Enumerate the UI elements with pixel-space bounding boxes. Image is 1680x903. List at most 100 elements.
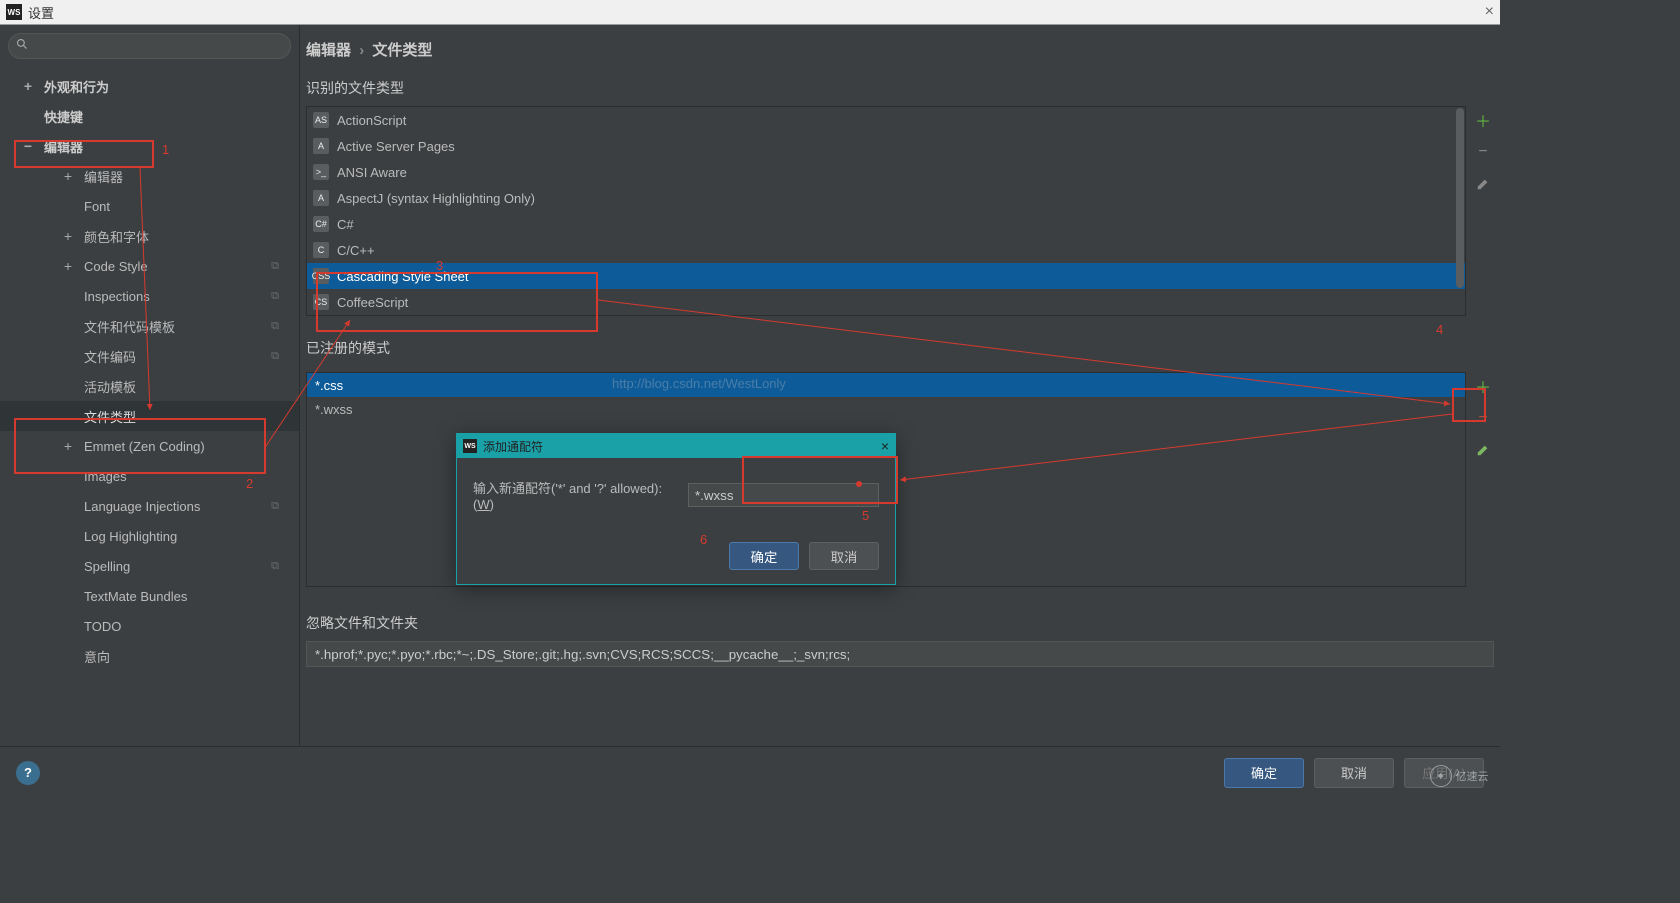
window-close-button[interactable]: × — [1485, 3, 1494, 21]
copy-icon: ⧉ — [271, 320, 279, 333]
help-button[interactable]: ? — [16, 761, 40, 785]
dialog-close-button[interactable]: × — [881, 438, 889, 454]
tree-item[interactable]: 快捷键 — [0, 101, 299, 131]
tree-item[interactable]: Spelling⧉ — [0, 551, 299, 581]
copy-icon: ⧉ — [271, 290, 279, 303]
tree-item-label: 文件和代码模板 — [84, 317, 175, 336]
tree-item-label: 外观和行为 — [44, 77, 109, 96]
filetype-row[interactable]: A AspectJ (syntax Highlighting Only) — [307, 185, 1465, 211]
tree-item[interactable]: +编辑器 — [0, 161, 299, 191]
filetype-label: ANSI Aware — [337, 165, 407, 180]
tree-item-label: TODO — [84, 619, 121, 634]
window-titlebar: WS 设置 × — [0, 0, 1500, 25]
copy-icon: ⧉ — [271, 350, 279, 363]
tree-item-label: 意向 — [84, 647, 110, 666]
copy-icon: ⧉ — [271, 500, 279, 513]
dialog-title: 添加通配符 — [483, 438, 543, 455]
tree-item[interactable]: + 外观和行为 — [0, 71, 299, 101]
section-ignore: 忽略文件和文件夹 — [300, 609, 1500, 641]
tree-item[interactable]: + 颜色和字体 — [0, 221, 299, 251]
tree-item[interactable]: Log Highlighting — [0, 521, 299, 551]
expand-icon: + — [60, 228, 76, 244]
search-icon — [16, 38, 28, 53]
filetype-list[interactable]: AS ActionScript AActive Server Pages >_ ANSI… — [306, 106, 1466, 316]
tree-item[interactable]: Images — [0, 461, 299, 491]
pattern-remove-button[interactable]: − — [1473, 408, 1493, 428]
filetype-icon: C — [313, 242, 329, 258]
cancel-button[interactable]: 取消 — [1314, 758, 1394, 788]
filetype-icon: AS — [313, 112, 329, 128]
pattern-edit-button[interactable] — [1473, 440, 1493, 460]
tree-item[interactable]: 文件和代码模板 ⧉ — [0, 311, 299, 341]
ignore-patterns-input[interactable] — [306, 641, 1494, 667]
copy-icon: ⧉ — [271, 560, 279, 573]
tree-item[interactable]: Inspections ⧉ — [0, 281, 299, 311]
app-icon: WS — [6, 4, 22, 20]
dialog-ok-button[interactable]: 确定 — [729, 542, 799, 570]
filetype-remove-button[interactable]: − — [1473, 142, 1493, 162]
filetype-label: C# — [337, 217, 354, 232]
filetype-icon: C# — [313, 216, 329, 232]
tree-item[interactable]: +Emmet (Zen Coding) — [0, 431, 299, 461]
tree-item-label: 活动模板 — [84, 377, 136, 396]
filetype-add-button[interactable]: ＋ — [1473, 110, 1493, 130]
tree-item-label: 颜色和字体 — [84, 227, 149, 246]
filetype-row[interactable]: CSS Cascading Style Sheet — [307, 263, 1465, 289]
watermark-logo: ✦亿速云 — [1424, 760, 1494, 792]
tree-item-label: TextMate Bundles — [84, 589, 187, 604]
tree-item[interactable]: 文件类型 — [0, 401, 299, 431]
filetype-row[interactable]: CC/C++ — [307, 237, 1465, 263]
expand-icon: + — [60, 258, 76, 274]
tree-item[interactable]: 意向 — [0, 641, 299, 671]
tree-item-label: 文件编码 — [84, 347, 136, 366]
breadcrumb-part: 文件类型 — [372, 42, 432, 59]
tree-item[interactable]: TODO — [0, 611, 299, 641]
filetype-label: AspectJ (syntax Highlighting Only) — [337, 191, 535, 206]
watermark-url: http://blog.csdn.net/WestLonly — [612, 376, 786, 391]
tree-item-label: Font — [84, 199, 110, 214]
breadcrumb-part: 编辑器 — [306, 42, 351, 59]
filetype-icon: CS — [313, 294, 329, 310]
tree-item[interactable]: Font — [0, 191, 299, 221]
filetype-label: Cascading Style Sheet — [337, 269, 469, 284]
add-wildcard-dialog: WS 添加通配符 × 输入新通配符('*' and '?' allowed): … — [456, 433, 896, 585]
tree-item[interactable]: TextMate Bundles — [0, 581, 299, 611]
tree-item-label: 文件类型 — [84, 407, 136, 426]
scrollbar-thumb[interactable] — [1456, 108, 1464, 288]
tree-item-label: 快捷键 — [44, 107, 83, 126]
filetype-row[interactable]: CS CoffeeScript — [307, 289, 1465, 315]
filetype-label: ActionScript — [337, 113, 406, 128]
breadcrumb: 编辑器 › 文件类型 — [300, 39, 1500, 74]
filetype-label: CoffeeScript — [337, 295, 408, 310]
wildcard-input[interactable] — [688, 483, 879, 507]
settings-search-input[interactable] — [8, 33, 291, 59]
tree-item[interactable]: 活动模板 — [0, 371, 299, 401]
filetype-icon: A — [313, 190, 329, 206]
section-registered-patterns: 已注册的模式 — [300, 334, 1500, 366]
tree-item-label: Inspections — [84, 289, 150, 304]
filetype-row[interactable]: AActive Server Pages — [307, 133, 1465, 159]
pattern-row[interactable]: *.wxss — [307, 397, 1465, 421]
pattern-row[interactable]: *.css — [307, 373, 1465, 397]
tree-item-label: Code Style — [84, 259, 148, 274]
filetype-row[interactable]: C# C# — [307, 211, 1465, 237]
tree-item[interactable]: 文件编码 ⧉ — [0, 341, 299, 371]
ok-button[interactable]: 确定 — [1224, 758, 1304, 788]
wildcard-input-label: 输入新通配符('*' and '?' allowed): (W) — [473, 478, 678, 512]
tree-item-label: Images — [84, 469, 127, 484]
pattern-add-button[interactable]: ＋ — [1473, 376, 1493, 396]
filetype-icon: CSS — [313, 268, 329, 284]
tree-item[interactable]: +Code Style⧉ — [0, 251, 299, 281]
expand-icon: + — [20, 78, 36, 94]
settings-footer: ? 确定 取消 应用(A) — [0, 746, 1500, 798]
settings-sidebar: +外观和行为快捷键−编辑器+编辑器Font+颜色和字体+Code Style⧉I… — [0, 25, 300, 746]
filetype-edit-button[interactable] — [1473, 174, 1493, 194]
filetype-row[interactable]: AS ActionScript — [307, 107, 1465, 133]
tree-item[interactable]: −编辑器 — [0, 131, 299, 161]
breadcrumb-sep: › — [359, 42, 364, 59]
dialog-cancel-button[interactable]: 取消 — [809, 542, 879, 570]
filetype-row[interactable]: >_ ANSI Aware — [307, 159, 1465, 185]
filetype-icon: >_ — [313, 164, 329, 180]
tree-item[interactable]: Language Injections ⧉ — [0, 491, 299, 521]
tree-item-label: Language Injections — [84, 499, 200, 514]
